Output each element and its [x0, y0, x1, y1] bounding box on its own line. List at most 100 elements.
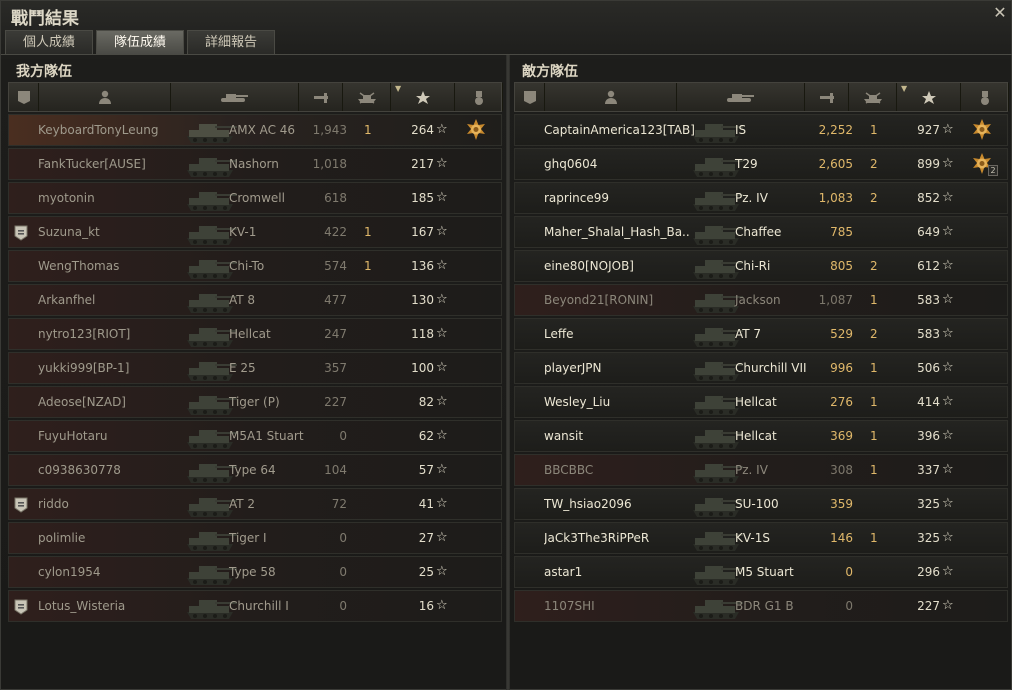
player-row[interactable]: JaCk3The3RiPPeR KV-1S 146 1 325 ☆ — [514, 522, 1008, 554]
player-row[interactable]: riddo AT 2 72 41 ☆ — [8, 488, 502, 520]
xp-value: 899 — [917, 157, 940, 171]
kills-value: 1 — [870, 531, 878, 545]
column-header-xp-star[interactable]: ▼ — [391, 83, 455, 111]
star-icon: ☆ — [436, 360, 448, 375]
player-row[interactable]: Lotus_Wisteria Churchill I 0 16 ☆ — [8, 590, 502, 622]
player-row[interactable]: playerJPN Churchill VII 996 1 506 ☆ — [514, 352, 1008, 384]
column-header-platoon[interactable] — [9, 83, 39, 111]
column-header-player[interactable] — [39, 83, 171, 111]
player-row[interactable]: cylon1954 Type 58 0 25 ☆ — [8, 556, 502, 588]
player-row[interactable]: nytro123[RIOT] Hellcat 247 118 ☆ — [8, 318, 502, 350]
player-row[interactable]: Suzuna_kt KV-1 422 1 167 ☆ — [8, 216, 502, 248]
player-row[interactable]: 1107SHI BDR G1 B 0 227 ☆ — [514, 590, 1008, 622]
player-name: ghq0604 — [544, 157, 598, 171]
star-icon: ☆ — [942, 258, 954, 273]
xp-value: 100 — [411, 361, 434, 375]
player-row[interactable]: Arkanfhel AT 8 477 130 ☆ — [8, 284, 502, 316]
damage-value: 359 — [830, 497, 853, 511]
enemy-team-panel: 敵方隊伍 ▼ CaptainAmerica123[TAB] IS 2,252 1 927… — [514, 55, 1009, 690]
player-row[interactable]: CaptainAmerica123[TAB] IS 2,252 1 927 ☆ — [514, 114, 1008, 146]
player-row[interactable]: c0938630778 Type 64 104 57 ☆ — [8, 454, 502, 486]
column-header-damage[interactable] — [805, 83, 849, 111]
player-row[interactable]: raprince99 Pz. IV 1,083 2 852 ☆ — [514, 182, 1008, 214]
kills-value: 1 — [870, 395, 878, 409]
star-icon: ☆ — [436, 428, 448, 443]
column-header-kills[interactable] — [343, 83, 391, 111]
tank-name: IS — [735, 123, 747, 137]
player-row[interactable]: KeyboardTonyLeung AMX AC 46 1,943 1 264 ☆ — [8, 114, 502, 146]
column-header-xp-star[interactable]: ▼ — [897, 83, 961, 111]
tank-icon — [726, 93, 754, 102]
player-row[interactable]: FankTucker[AUSE] Nashorn 1,018 217 ☆ — [8, 148, 502, 180]
star-icon: ☆ — [942, 598, 954, 613]
player-row[interactable]: Wesley_Liu Hellcat 276 1 414 ☆ — [514, 386, 1008, 418]
tank-name: AMX AC 46 — [229, 123, 296, 137]
tab-personal[interactable]: 個人成績 — [5, 30, 94, 54]
player-row[interactable]: eine80[NOJOB] Chi-Ri 805 2 612 ☆ — [514, 250, 1008, 282]
xp-value: 82 — [418, 395, 434, 409]
player-row[interactable]: polimlie Tiger I 0 27 ☆ — [8, 522, 502, 554]
tab-team[interactable]: 隊伍成績 — [96, 30, 185, 54]
medal-icon[interactable] — [970, 118, 994, 142]
player-row[interactable]: Leffe AT 7 529 2 583 ☆ — [514, 318, 1008, 350]
column-header-platoon[interactable] — [515, 83, 545, 111]
star-icon: ☆ — [436, 224, 448, 239]
xp-value: 612 — [917, 259, 940, 273]
star-icon: ☆ — [942, 122, 954, 137]
player-row[interactable]: Maher_Shalal_Hash_Ba.. Chaffee 785 649 ☆ — [514, 216, 1008, 248]
player-row[interactable]: WengThomas Chi-To 574 1 136 ☆ — [8, 250, 502, 282]
player-row[interactable]: FuyuHotaru M5A1 Stuart 0 62 ☆ — [8, 420, 502, 452]
player-name: c0938630778 — [38, 463, 121, 477]
player-name: playerJPN — [544, 361, 602, 375]
tab-detail[interactable]: 詳細報告 — [187, 30, 276, 54]
player-name: Maher_Shalal_Hash_Ba.. — [544, 225, 690, 239]
close-icon[interactable]: ✕ — [991, 4, 1009, 22]
player-name: nytro123[RIOT] — [38, 327, 131, 341]
xp-value: 264 — [411, 123, 434, 137]
column-header-damage[interactable] — [299, 83, 343, 111]
column-header-tank[interactable] — [171, 83, 299, 111]
star-icon: ☆ — [942, 224, 954, 239]
player-row[interactable]: myotonin Cromwell 618 185 ☆ — [8, 182, 502, 214]
player-row[interactable]: wansit Hellcat 369 1 396 ☆ — [514, 420, 1008, 452]
star-icon: ☆ — [436, 598, 448, 613]
tank-name: Pz. IV — [735, 463, 768, 477]
xp-value: 583 — [917, 327, 940, 341]
player-row[interactable]: astar1 M5 Stuart 0 296 ☆ — [514, 556, 1008, 588]
player-name: Adeose[NZAD] — [38, 395, 126, 409]
xp-value: 296 — [917, 565, 940, 579]
xp-value: 41 — [418, 497, 434, 511]
column-header-tank[interactable] — [677, 83, 805, 111]
damage-value: 1,943 — [312, 123, 347, 137]
window-title: 戰鬥結果 — [11, 9, 79, 29]
column-header-player[interactable] — [545, 83, 677, 111]
tank-name: KV-1S — [735, 531, 770, 545]
star-icon: ☆ — [942, 564, 954, 579]
kills-icon — [357, 91, 376, 104]
star-icon: ☆ — [436, 326, 448, 341]
xp-value: 185 — [411, 191, 434, 205]
tank-name: E 25 — [229, 361, 256, 375]
tank-name: M5 Stuart — [735, 565, 794, 579]
player-row[interactable]: Beyond21[RONIN] Jackson 1,087 1 583 ☆ — [514, 284, 1008, 316]
column-header-kills[interactable] — [849, 83, 897, 111]
player-row[interactable]: TW_hsiao2096 SU-100 359 325 ☆ — [514, 488, 1008, 520]
player-row[interactable]: Adeose[NZAD] Tiger (P) 227 82 ☆ — [8, 386, 502, 418]
platoon-badge-icon — [14, 225, 28, 241]
damage-value: 477 — [324, 293, 347, 307]
tank-name: T29 — [735, 157, 758, 171]
player-name: cylon1954 — [38, 565, 101, 579]
column-header-medal[interactable] — [961, 83, 1009, 111]
damage-value: 1,018 — [312, 157, 347, 171]
damage-value: 2,252 — [818, 123, 853, 137]
tank-name: Hellcat — [735, 429, 777, 443]
star-icon: ☆ — [942, 428, 954, 443]
damage-value: 0 — [339, 599, 347, 613]
xp-value: 16 — [418, 599, 434, 613]
player-row[interactable]: BBCBBC Pz. IV 308 1 337 ☆ — [514, 454, 1008, 486]
medal-icon[interactable] — [464, 118, 488, 142]
column-header-medal[interactable] — [455, 83, 503, 111]
player-name: raprince99 — [544, 191, 610, 205]
player-row[interactable]: yukki999[BP-1] E 25 357 100 ☆ — [8, 352, 502, 384]
player-row[interactable]: ghq0604 T29 2,605 2 899 ☆ 2 — [514, 148, 1008, 180]
